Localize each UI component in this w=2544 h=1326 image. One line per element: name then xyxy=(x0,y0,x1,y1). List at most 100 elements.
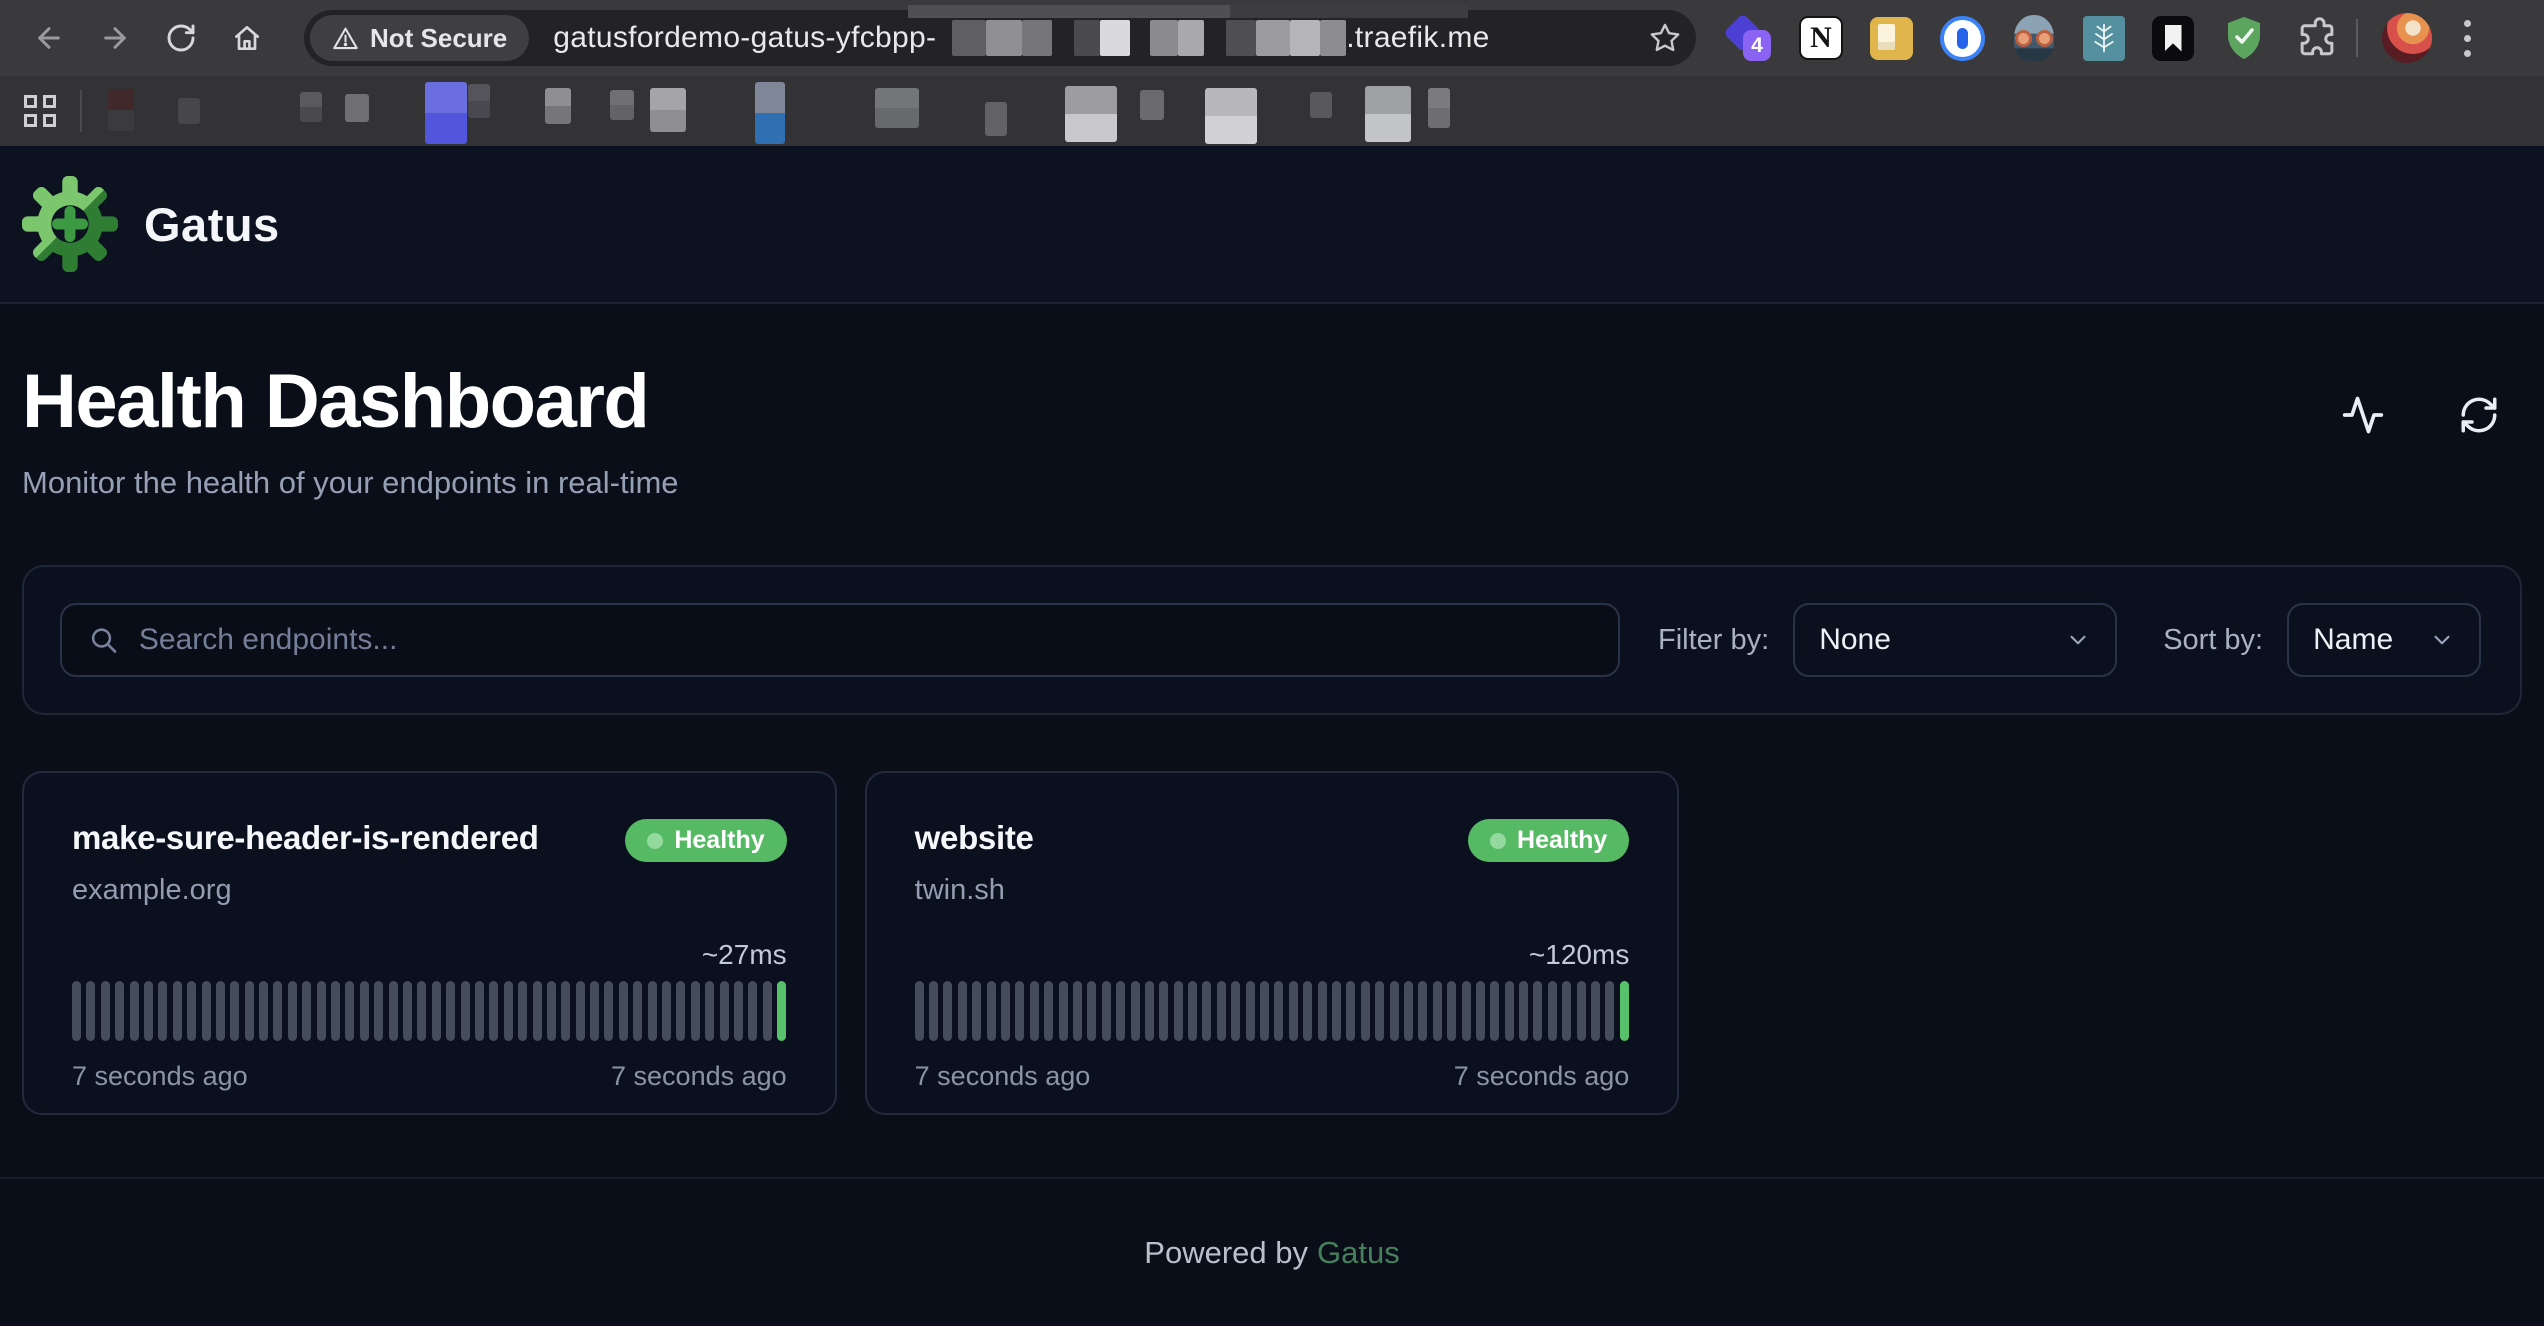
history-bar-no-data[interactable] xyxy=(1145,981,1154,1041)
history-bar-no-data[interactable] xyxy=(547,981,556,1041)
redacted-bookmark[interactable] xyxy=(755,82,785,144)
history-bar-no-data[interactable] xyxy=(504,981,513,1041)
redacted-bookmark[interactable] xyxy=(985,102,1007,136)
bookmark-star-button[interactable] xyxy=(1648,21,1682,55)
history-bar-no-data[interactable] xyxy=(230,981,239,1041)
history-bar-no-data[interactable] xyxy=(1361,981,1370,1041)
uptime-history-bars[interactable] xyxy=(72,981,787,1041)
puzzle-extension-icon[interactable] xyxy=(2294,15,2340,61)
redacted-bookmark[interactable] xyxy=(300,92,322,122)
refresh-button[interactable] xyxy=(2456,392,2502,438)
history-bar-no-data[interactable] xyxy=(216,981,225,1041)
history-bar-no-data[interactable] xyxy=(972,981,981,1041)
history-bar-no-data[interactable] xyxy=(360,981,369,1041)
gatus-logo-icon[interactable] xyxy=(22,176,118,272)
history-bar-no-data[interactable] xyxy=(259,981,268,1041)
redacted-bookmark[interactable] xyxy=(1428,88,1450,128)
history-bar-no-data[interactable] xyxy=(763,981,772,1041)
history-bar-no-data[interactable] xyxy=(245,981,254,1041)
history-bar-no-data[interactable] xyxy=(1030,981,1039,1041)
history-bar-no-data[interactable] xyxy=(202,981,211,1041)
history-bar-no-data[interactable] xyxy=(1605,981,1614,1041)
history-bar-no-data[interactable] xyxy=(187,981,196,1041)
notion-extension-icon[interactable]: N xyxy=(1799,16,1843,60)
history-bar-no-data[interactable] xyxy=(1390,981,1399,1041)
endpoint-card[interactable]: make-sure-header-is-rendered Healthy exa… xyxy=(22,771,837,1115)
profile-avatar[interactable] xyxy=(2382,13,2432,63)
forward-button[interactable] xyxy=(82,9,148,67)
history-bar-no-data[interactable] xyxy=(288,981,297,1041)
history-bar-no-data[interactable] xyxy=(144,981,153,1041)
redacted-bookmark[interactable] xyxy=(108,89,134,131)
filter-select[interactable]: None xyxy=(1793,603,2117,677)
history-bar-no-data[interactable] xyxy=(1044,981,1053,1041)
history-bar-no-data[interactable] xyxy=(576,981,585,1041)
history-bar-no-data[interactable] xyxy=(1289,981,1298,1041)
history-bar-no-data[interactable] xyxy=(633,981,642,1041)
home-button[interactable] xyxy=(214,9,280,67)
history-bar-no-data[interactable] xyxy=(915,981,924,1041)
history-bar-no-data[interactable] xyxy=(1476,981,1485,1041)
redacted-bookmark[interactable] xyxy=(1065,86,1117,142)
history-bar-up[interactable] xyxy=(1620,981,1629,1041)
history-bar-no-data[interactable] xyxy=(1447,981,1456,1041)
history-bar-no-data[interactable] xyxy=(705,981,714,1041)
finder-extension-icon[interactable] xyxy=(1870,17,1913,60)
history-bar-no-data[interactable] xyxy=(1015,981,1024,1041)
history-bar-no-data[interactable] xyxy=(489,981,498,1041)
history-bar-no-data[interactable] xyxy=(446,981,455,1041)
gatus-footer-link[interactable]: Gatus xyxy=(1317,1235,1400,1270)
redacted-bookmark[interactable] xyxy=(1140,90,1164,120)
history-bar-no-data[interactable] xyxy=(590,981,599,1041)
redacted-bookmark[interactable] xyxy=(610,90,634,120)
redacted-bookmark[interactable] xyxy=(545,88,571,124)
history-bar-no-data[interactable] xyxy=(101,981,110,1041)
history-bar-no-data[interactable] xyxy=(317,981,326,1041)
history-bar-no-data[interactable] xyxy=(72,981,81,1041)
history-bar-no-data[interactable] xyxy=(1131,981,1140,1041)
history-bar-no-data[interactable] xyxy=(389,981,398,1041)
history-bar-no-data[interactable] xyxy=(86,981,95,1041)
robot-extension-icon[interactable] xyxy=(2012,15,2056,61)
history-bar-no-data[interactable] xyxy=(130,981,139,1041)
back-button[interactable] xyxy=(16,9,82,67)
history-bar-no-data[interactable] xyxy=(619,981,628,1041)
history-bar-no-data[interactable] xyxy=(173,981,182,1041)
redacted-bookmark[interactable] xyxy=(468,84,490,118)
endpoint-card[interactable]: website Healthy twin.sh ~120ms 7 seconds… xyxy=(865,771,1680,1115)
history-bar-no-data[interactable] xyxy=(1231,981,1240,1041)
history-bar-no-data[interactable] xyxy=(1533,981,1542,1041)
history-bar-no-data[interactable] xyxy=(958,981,967,1041)
history-bar-no-data[interactable] xyxy=(604,981,613,1041)
history-bar-no-data[interactable] xyxy=(1404,981,1413,1041)
history-bar-no-data[interactable] xyxy=(561,981,570,1041)
history-bar-no-data[interactable] xyxy=(432,981,441,1041)
history-bar-no-data[interactable] xyxy=(929,981,938,1041)
search-box[interactable] xyxy=(60,603,1620,677)
history-bar-no-data[interactable] xyxy=(1059,981,1068,1041)
pine-extension-icon[interactable] xyxy=(2083,16,2125,61)
history-bar-no-data[interactable] xyxy=(987,981,996,1041)
history-bar-no-data[interactable] xyxy=(1505,981,1514,1041)
history-bar-no-data[interactable] xyxy=(1462,981,1471,1041)
history-bar-no-data[interactable] xyxy=(1274,981,1283,1041)
history-bar-no-data[interactable] xyxy=(1116,981,1125,1041)
history-bar-no-data[interactable] xyxy=(1418,981,1427,1041)
history-bar-no-data[interactable] xyxy=(1346,981,1355,1041)
history-bar-no-data[interactable] xyxy=(1490,981,1499,1041)
search-input[interactable] xyxy=(139,623,1592,657)
wallet-extension-icon[interactable]: 4 xyxy=(1726,15,1772,61)
redacted-bookmark[interactable] xyxy=(650,88,686,132)
redacted-bookmark[interactable] xyxy=(875,88,919,128)
history-bar-no-data[interactable] xyxy=(1562,981,1571,1041)
not-secure-chip[interactable]: Not Secure xyxy=(310,15,529,61)
history-bar-no-data[interactable] xyxy=(720,981,729,1041)
history-bar-no-data[interactable] xyxy=(648,981,657,1041)
bookmark-extension-icon[interactable] xyxy=(2152,16,2194,61)
history-bar-no-data[interactable] xyxy=(1332,981,1341,1041)
history-bar-no-data[interactable] xyxy=(676,981,685,1041)
history-bar-no-data[interactable] xyxy=(518,981,527,1041)
history-bar-no-data[interactable] xyxy=(533,981,542,1041)
redacted-bookmark[interactable] xyxy=(1365,86,1411,142)
history-bar-no-data[interactable] xyxy=(1303,981,1312,1041)
